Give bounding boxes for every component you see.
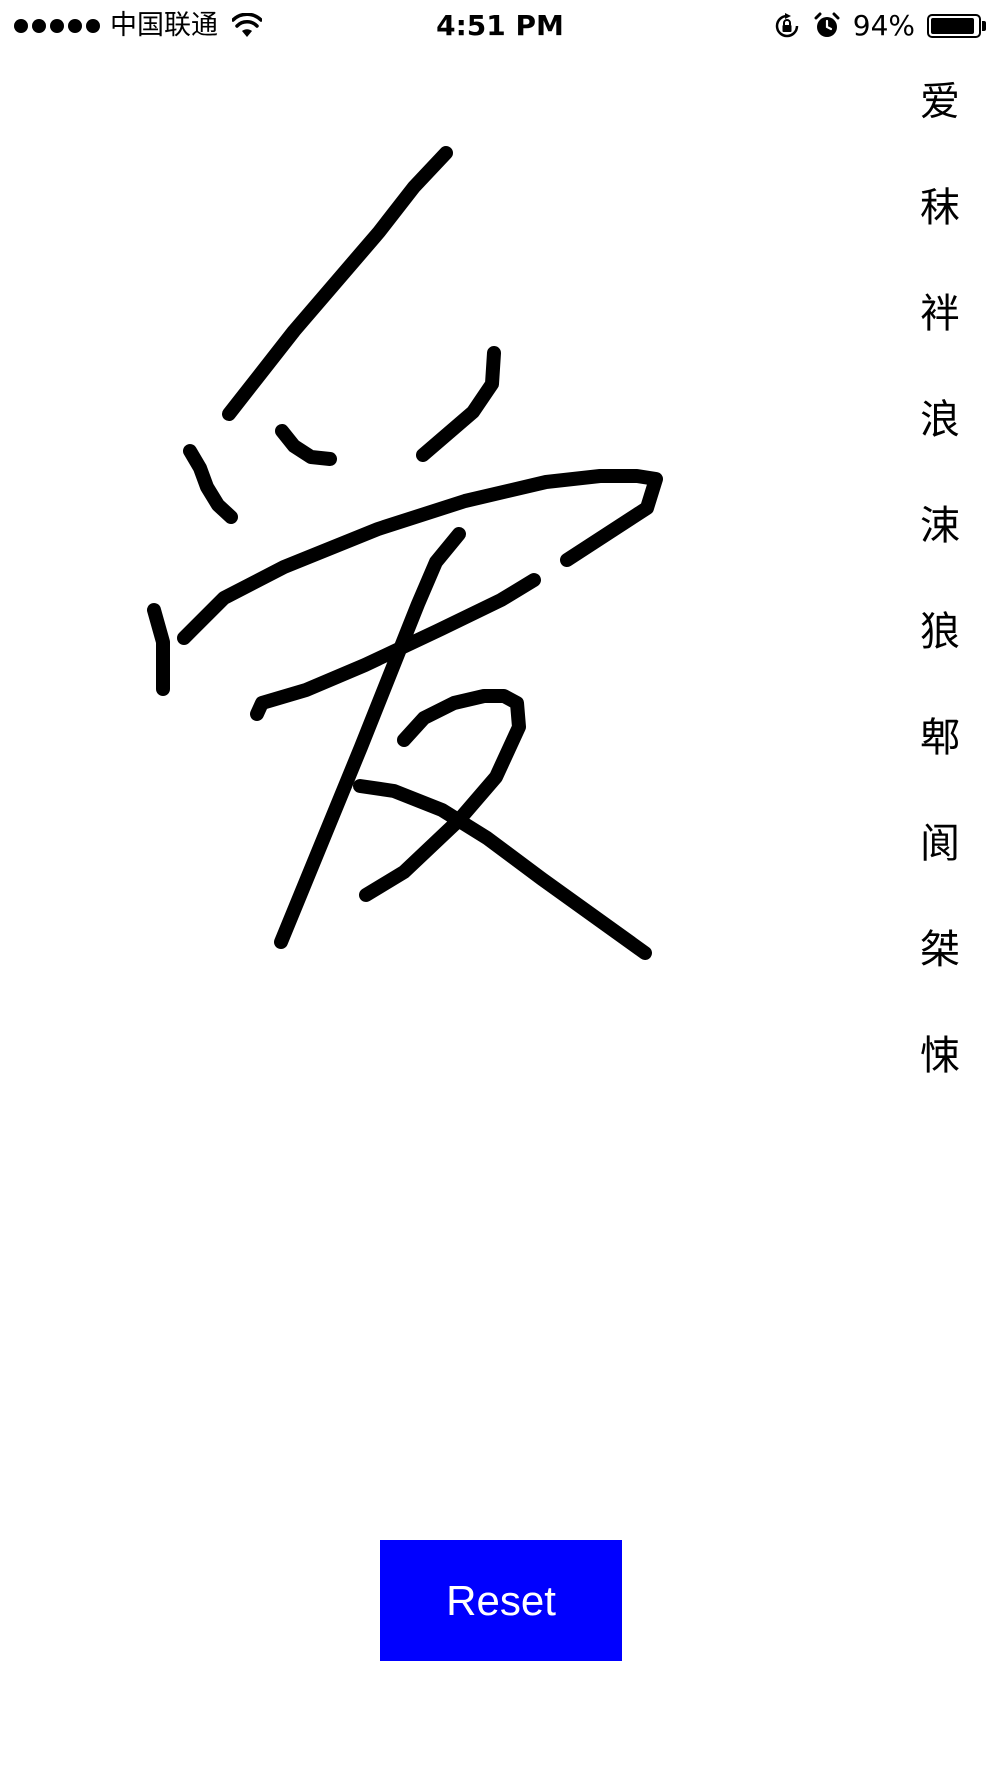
candidate-item[interactable]: 袢 <box>900 284 980 390</box>
alarm-icon <box>814 12 840 37</box>
stroke <box>183 444 238 524</box>
status-bar: 中国联通 4:51 PM 94% <box>0 0 1000 50</box>
candidate-item[interactable]: 涑 <box>900 496 980 602</box>
battery-percent: 94% <box>852 9 915 42</box>
candidate-item[interactable]: 桀 <box>900 920 980 1026</box>
rotation-lock-icon <box>775 13 799 38</box>
candidate-item[interactable]: 郫 <box>900 708 980 814</box>
handwriting-strokes <box>147 146 663 960</box>
handwriting-canvas[interactable] <box>0 60 860 1460</box>
candidate-item[interactable]: 悚 <box>900 1026 980 1132</box>
stroke <box>275 424 337 466</box>
candidate-item[interactable]: 阆 <box>900 814 980 920</box>
reset-button[interactable]: Reset <box>380 1540 622 1661</box>
candidate-item[interactable]: 秣 <box>900 178 980 284</box>
candidate-item[interactable]: 爱 <box>900 72 980 178</box>
status-right: 94% <box>773 8 986 44</box>
candidate-item[interactable]: 浪 <box>900 390 980 496</box>
battery-icon <box>927 14 986 38</box>
stroke <box>222 146 453 421</box>
stroke <box>416 346 501 462</box>
stroke <box>147 603 170 696</box>
stroke <box>274 527 466 949</box>
battery-fill <box>931 18 975 34</box>
candidate-item[interactable]: 狼 <box>900 602 980 708</box>
candidate-list: 爱秣袢浪涑狼郫阆桀悚 <box>900 72 980 1132</box>
